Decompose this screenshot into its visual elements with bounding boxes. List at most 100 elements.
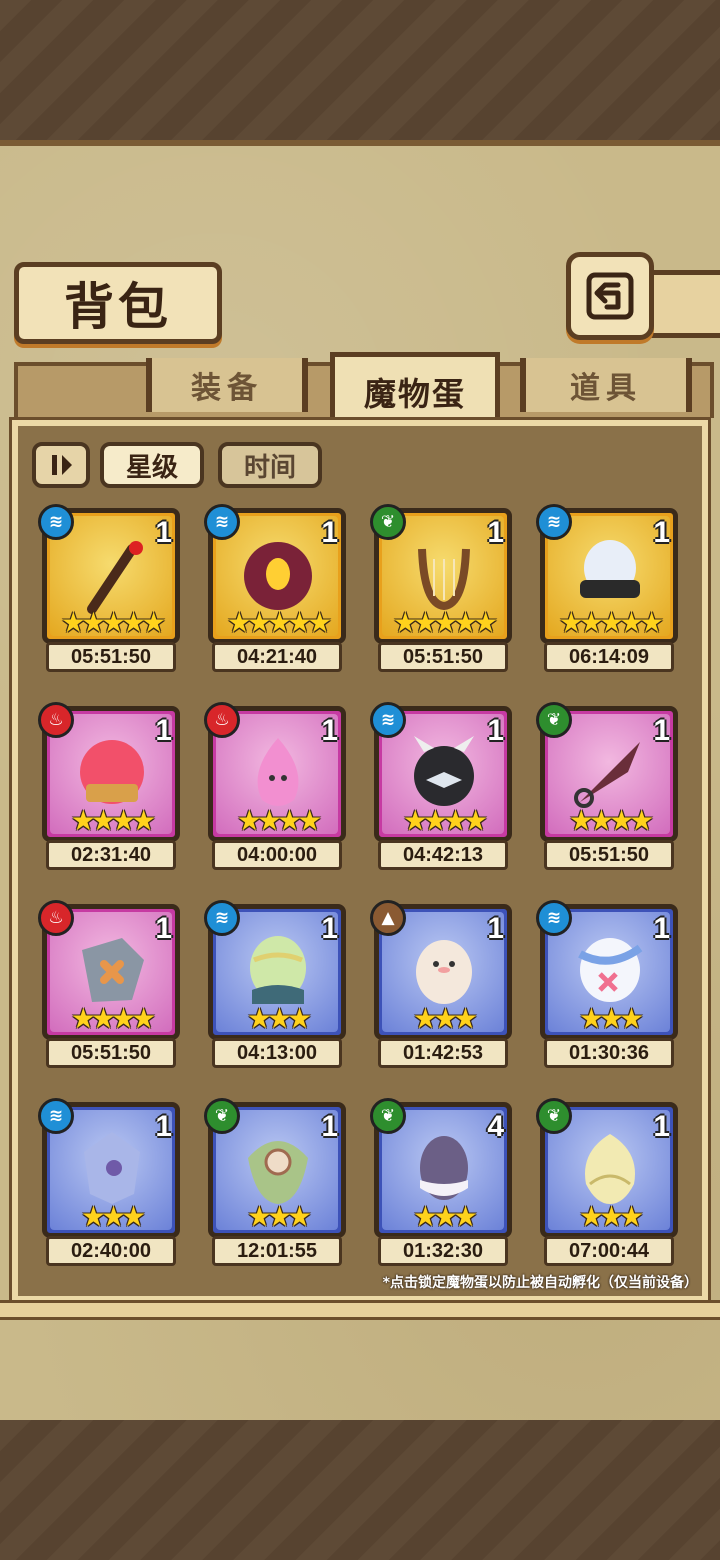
- egg-count: 1: [321, 912, 338, 945]
- hatch-timer: 04:42:13: [378, 840, 508, 870]
- hatch-timer: 04:13:00: [212, 1038, 342, 1068]
- star-rating: ★★★★: [236, 804, 322, 837]
- tab-monster-eggs[interactable]: 魔物蛋: [330, 352, 500, 427]
- star-rating: ★★★★★: [392, 606, 499, 639]
- bottom-map-band: [0, 1420, 720, 1560]
- egg-card[interactable]: ❦ 1 ★★★★★ 05:51:50: [370, 504, 514, 672]
- sort-direction-button[interactable]: [32, 442, 90, 488]
- egg-count: 1: [487, 714, 504, 747]
- star-rating: ★★★: [578, 1002, 644, 1035]
- top-map-band: [0, 0, 720, 140]
- egg-card[interactable]: ♨ 1 ★★★★ 05:51:50: [38, 900, 182, 1068]
- kunai-egg-art: [574, 742, 640, 808]
- hatch-timer: 01:30:36: [544, 1038, 674, 1068]
- fire-element-icon: ♨: [38, 702, 74, 738]
- egg-count: 1: [155, 516, 172, 549]
- egg-count: 1: [653, 714, 670, 747]
- egg-count: 1: [321, 1110, 338, 1143]
- star-rating: ★★★★★: [558, 606, 665, 639]
- hatch-timer: 06:14:09: [544, 642, 674, 672]
- staff-egg-art: [87, 541, 143, 614]
- seed-pod-egg-art: [248, 1141, 308, 1204]
- hatch-timer: 01:42:53: [378, 1038, 508, 1068]
- hatch-timer: 05:51:50: [46, 1038, 176, 1068]
- lyre-egg-art: [418, 548, 470, 611]
- egg-count: 1: [155, 714, 172, 747]
- star-rating: ★★★★★: [226, 606, 333, 639]
- water-element-icon: ≋: [536, 900, 572, 936]
- egg-card[interactable]: ♨ 1 ★★★★ 02:31:40: [38, 702, 182, 870]
- star-rating: ★★★★: [70, 804, 156, 837]
- egg-count: 1: [653, 912, 670, 945]
- egg-card[interactable]: ♨ 1 ★★★★ 04:00:00: [204, 702, 348, 870]
- spiked-ball-egg-art: [414, 736, 474, 806]
- egg-card[interactable]: ≋ 1 ★★★★★ 06:14:09: [536, 504, 680, 672]
- star-rating: ★★★★★: [60, 606, 167, 639]
- star-rating: ★★★★: [568, 804, 654, 837]
- hatch-timer: 01:32:30: [378, 1236, 508, 1266]
- purple-egg-egg-art: [420, 1136, 468, 1200]
- star-rating: ★★★: [578, 1200, 644, 1233]
- star-rating: ★★★: [412, 1200, 478, 1233]
- sort-by-time-button[interactable]: 时间: [218, 442, 322, 488]
- hatch-timer: 02:40:00: [46, 1236, 176, 1266]
- dark-orb-egg-art: [244, 542, 312, 610]
- nature-element-icon: ❦: [370, 504, 406, 540]
- egg-card[interactable]: ≋ 1 ★★★ 02:40:00: [38, 1098, 182, 1266]
- hatch-timer: 04:21:40: [212, 642, 342, 672]
- egg-card[interactable]: ❦ 4 ★★★ 01:32:30: [370, 1098, 514, 1266]
- hatch-timer: 02:31:40: [46, 840, 176, 870]
- egg-card[interactable]: ❦ 1 ★★★★ 05:51:50: [536, 702, 680, 870]
- hatch-timer: 05:51:50: [544, 840, 674, 870]
- tab-items[interactable]: 道具: [520, 358, 692, 412]
- egg-count: 1: [155, 1110, 172, 1143]
- hatch-timer: 04:00:00: [212, 840, 342, 870]
- shield-egg-art: [82, 938, 144, 1002]
- egg-card[interactable]: ≋ 1 ★★★ 01:30:36: [536, 900, 680, 1068]
- egg-card[interactable]: ≋ 1 ★★★★★ 05:51:50: [38, 504, 182, 672]
- star-rating: ★★★★: [70, 1002, 156, 1035]
- water-element-icon: ≋: [204, 504, 240, 540]
- egg-count: 1: [321, 516, 338, 549]
- water-element-icon: ≋: [370, 702, 406, 738]
- hatch-timer: 12:01:55: [212, 1236, 342, 1266]
- back-arrow-icon: [586, 272, 634, 320]
- fire-element-icon: ♨: [38, 900, 74, 936]
- earth-element-icon: ▲: [370, 900, 406, 936]
- egg-count: 1: [155, 912, 172, 945]
- nature-element-icon: ❦: [204, 1098, 240, 1134]
- egg-card[interactable]: ≋ 1 ★★★ 04:13:00: [204, 900, 348, 1068]
- back-button[interactable]: [566, 252, 654, 340]
- nature-element-icon: ❦: [536, 1098, 572, 1134]
- page-title: 背包: [64, 277, 172, 336]
- egg-card[interactable]: ≋ 1 ★★★★ 04:42:13: [370, 702, 514, 870]
- fluffy-egg-art: [416, 940, 472, 1004]
- sort-by-stars-button[interactable]: 星级: [100, 442, 204, 488]
- fire-element-icon: ♨: [204, 702, 240, 738]
- egg-count: 1: [653, 1110, 670, 1143]
- egg-card[interactable]: ❦ 1 ★★★ 12:01:55: [204, 1098, 348, 1266]
- nature-element-icon: ❦: [536, 702, 572, 738]
- sort-direction-icon: [52, 455, 72, 475]
- egg-card[interactable]: ≋ 1 ★★★★★ 04:21:40: [204, 504, 348, 672]
- striped-egg-egg-art: [250, 936, 306, 1004]
- star-rating: ★★★: [246, 1002, 312, 1035]
- egg-count: 4: [487, 1110, 504, 1143]
- water-element-icon: ≋: [204, 900, 240, 936]
- star-rating: ★★★: [246, 1200, 312, 1233]
- ribbon-egg-egg-art: [578, 938, 643, 1002]
- egg-card[interactable]: ❦ 1 ★★★ 07:00:44: [536, 1098, 680, 1266]
- pink-flame-egg-art: [257, 738, 299, 806]
- egg-count: 1: [487, 516, 504, 549]
- star-rating: ★★★★: [402, 804, 488, 837]
- hatch-timer: 05:51:50: [46, 642, 176, 672]
- hatch-timer: 05:51:50: [378, 642, 508, 672]
- star-rating: ★★★: [412, 1002, 478, 1035]
- tab-equipment[interactable]: 装备: [146, 358, 308, 412]
- page-title-plate: 背包: [14, 262, 222, 344]
- star-rating: ★★★: [80, 1200, 146, 1233]
- panel-rope-border: [0, 1300, 720, 1320]
- water-element-icon: ≋: [536, 504, 572, 540]
- bud-egg-egg-art: [585, 1134, 635, 1204]
- egg-card[interactable]: ▲ 1 ★★★ 01:42:53: [370, 900, 514, 1068]
